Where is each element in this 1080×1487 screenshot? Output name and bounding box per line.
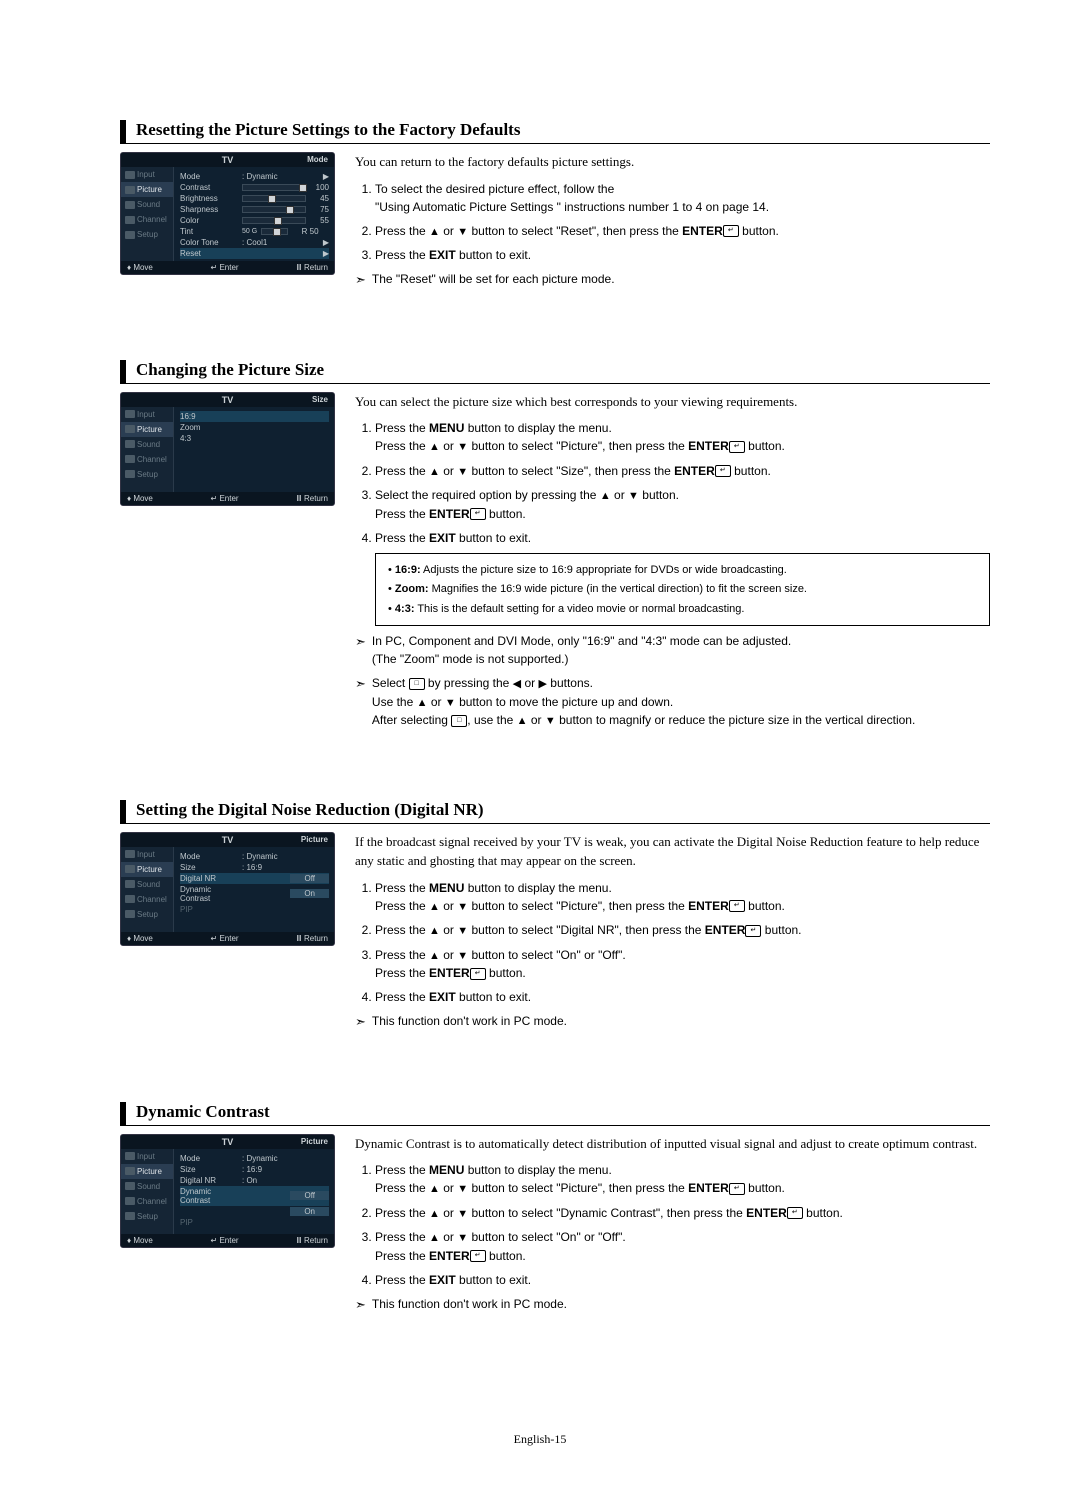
- nav-setup: Setup: [121, 227, 173, 242]
- enter-icon: ↵: [470, 968, 486, 980]
- note-arrow-icon: ➣: [355, 1295, 366, 1315]
- note-arrow-icon: ➣: [355, 674, 366, 730]
- step-4: Press the EXIT button to exit.: [375, 988, 990, 1006]
- nav-channel: Channel: [121, 212, 173, 227]
- osd-tv: TV: [222, 155, 234, 165]
- nav-input: Input: [121, 1149, 173, 1164]
- section-title: Setting the Digital Noise Reduction (Dig…: [120, 800, 990, 824]
- step-3: Select the required option by pressing t…: [375, 486, 990, 523]
- enter-icon: ↵: [729, 900, 745, 912]
- step-2: Press the ▲ or ▼ button to select "Reset…: [375, 222, 990, 241]
- enter-icon: ↵: [723, 225, 739, 237]
- step-4: Press the EXIT button to exit.: [375, 529, 990, 547]
- enter-icon: ↵: [729, 441, 745, 453]
- osd-dnr: TVPicture Input Picture Sound Channel Se…: [120, 832, 335, 1032]
- step-3: Press the EXIT button to exit.: [375, 246, 990, 264]
- setup-icon: [125, 231, 135, 239]
- section-title: Dynamic Contrast: [120, 1102, 990, 1126]
- section-reset: Resetting the Picture Settings to the Fa…: [120, 120, 990, 290]
- nav-select-icon: □: [451, 715, 467, 727]
- step-2: Press the ▲ or ▼ button to select "Dynam…: [375, 1204, 990, 1223]
- nav-setup: Setup: [121, 907, 173, 922]
- intro-text: You can return to the factory defaults p…: [355, 152, 990, 172]
- step-4: Press the EXIT button to exit.: [375, 1271, 990, 1289]
- intro-text: Dynamic Contrast is to automatically det…: [355, 1134, 990, 1154]
- nav-sound: Sound: [121, 877, 173, 892]
- step-3: Press the ▲ or ▼ button to select "On" o…: [375, 1228, 990, 1265]
- nav-sound: Sound: [121, 437, 173, 452]
- up-icon: ▲: [429, 441, 440, 453]
- section-size: Changing the Picture Size TVSize Input P…: [120, 360, 990, 730]
- step-1: Press the MENU button to display the men…: [375, 879, 990, 916]
- nav-input: Input: [121, 407, 173, 422]
- nav-channel: Channel: [121, 1194, 173, 1209]
- step-1: Press the MENU button to display the men…: [375, 419, 990, 456]
- step-2: Press the ▲ or ▼ button to select "Size"…: [375, 462, 990, 481]
- enter-icon: ↵: [729, 1183, 745, 1195]
- nav-channel: Channel: [121, 892, 173, 907]
- nav-input: Input: [121, 847, 173, 862]
- nav-sound: Sound: [121, 1179, 173, 1194]
- enter-icon: ↵: [787, 1207, 803, 1219]
- up-icon: ▲: [429, 226, 440, 238]
- section-title: Changing the Picture Size: [120, 360, 990, 384]
- arrow-right-icon: ▶: [323, 172, 329, 181]
- down-icon: ▼: [457, 226, 468, 238]
- enter-icon: ↵: [715, 465, 731, 477]
- enter-icon: ↵: [470, 1250, 486, 1262]
- nav-select-icon: □: [409, 678, 425, 690]
- arrow-right-icon: ▶: [323, 238, 329, 247]
- nav-picture: Picture: [121, 182, 173, 197]
- picture-icon: [125, 186, 135, 194]
- step-1: To select the desired picture effect, fo…: [375, 180, 990, 216]
- enter-icon: ↵: [470, 508, 486, 520]
- step-3: Press the ▲ or ▼ button to select "On" o…: [375, 946, 990, 983]
- note-arrow-icon: ➣: [355, 632, 366, 668]
- step-1: Press the MENU button to display the men…: [375, 1161, 990, 1198]
- section-dnr: Setting the Digital Noise Reduction (Dig…: [120, 800, 990, 1032]
- osd-corner: Mode: [307, 155, 328, 164]
- nav-picture: Picture: [121, 862, 173, 877]
- nav-picture: Picture: [121, 1164, 173, 1179]
- nav-picture: Picture: [121, 422, 173, 437]
- step-2: Press the ▲ or ▼ button to select "Digit…: [375, 921, 990, 940]
- nav-setup: Setup: [121, 1209, 173, 1224]
- page-footer: English-15: [0, 1432, 1080, 1447]
- down-icon: ▼: [457, 441, 468, 453]
- note-text: The "Reset" will be set for each picture…: [372, 270, 615, 290]
- osd-size: TVSize Input Picture Sound Channel Setup…: [120, 392, 335, 730]
- nav-setup: Setup: [121, 467, 173, 482]
- section-title: Resetting the Picture Settings to the Fa…: [120, 120, 990, 144]
- input-icon: [125, 171, 135, 179]
- bullet-box: • 16:9: Adjusts the picture size to 16:9…: [375, 553, 990, 627]
- intro-text: You can select the picture size which be…: [355, 392, 990, 412]
- nav-channel: Channel: [121, 452, 173, 467]
- note-arrow-icon: ➣: [355, 270, 366, 290]
- section-dc: Dynamic Contrast TVPicture Input Picture…: [120, 1102, 990, 1315]
- nav-input: Input: [121, 167, 173, 182]
- arrow-right-icon: ▶: [323, 249, 329, 258]
- osd-dc: TVPicture Input Picture Sound Channel Se…: [120, 1134, 335, 1315]
- osd-reset: TV Mode Input Picture Sound Channel Setup…: [120, 152, 335, 290]
- note-arrow-icon: ➣: [355, 1012, 366, 1032]
- nav-sound: Sound: [121, 197, 173, 212]
- intro-text: If the broadcast signal received by your…: [355, 832, 990, 871]
- enter-icon: ↵: [745, 925, 761, 937]
- sound-icon: [125, 201, 135, 209]
- channel-icon: [125, 216, 135, 224]
